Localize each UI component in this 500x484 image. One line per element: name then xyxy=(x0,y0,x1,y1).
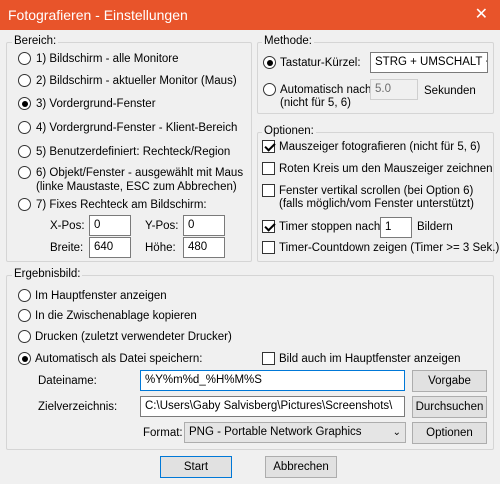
dateiname-input[interactable]: %Y%m%d_%H%M%S xyxy=(140,370,405,391)
checkbox-roter-kreis[interactable] xyxy=(262,162,275,175)
dateiname-label: Dateiname: xyxy=(38,375,97,387)
tastatur-input[interactable]: STRG + UMSCHALT + xyxy=(370,52,488,73)
checkbox-countdown[interactable] xyxy=(262,241,275,254)
checkbox-scrollen[interactable] xyxy=(262,184,275,197)
roter-kreis-label[interactable]: Roten Kreis um den Mauszeiger zeichnen xyxy=(279,162,493,176)
checkbox-mauszeiger[interactable] xyxy=(262,140,275,153)
countdown-label[interactable]: Timer-Countdown zeigen (Timer >= 3 Sek.) xyxy=(279,241,499,255)
chevron-down-icon: ⌄ xyxy=(392,427,401,438)
bereich-option-5[interactable]: 5) Benutzerdefiniert: Rechteck/Region xyxy=(36,145,230,159)
automatisch-sub: (nicht für 5, 6) xyxy=(280,97,351,109)
bereich-option-7[interactable]: 7) Fixes Rechteck am Bildschirm: xyxy=(36,198,207,212)
tastatur-label[interactable]: Tastatur-Kürzel: xyxy=(280,56,361,70)
timer-count-input[interactable]: 1 xyxy=(380,217,412,238)
automatisch-label[interactable]: Automatisch nach: xyxy=(280,83,375,97)
bereich-legend: Bereich: xyxy=(12,35,59,47)
mauszeiger-label[interactable]: Mauszeiger fotografieren (nicht für 5, 6… xyxy=(279,140,480,154)
bild-auch-label[interactable]: Bild auch im Hauptfenster anzeigen xyxy=(279,352,461,366)
bereich-option-4[interactable]: 4) Vordergrund-Fenster - Klient-Bereich xyxy=(36,121,237,135)
hoehe-input[interactable]: 480 xyxy=(183,237,225,258)
radio-bereich-6[interactable] xyxy=(18,166,31,179)
radio-bereich-3[interactable] xyxy=(18,97,31,110)
vorgabe-button[interactable]: Vorgabe xyxy=(412,370,487,392)
bereich-option-2[interactable]: 2) Bildschirm - aktueller Monitor (Maus) xyxy=(36,74,237,88)
format-value: PNG - Portable Network Graphics xyxy=(189,426,362,438)
methode-legend: Methode: xyxy=(262,35,314,47)
breite-label: Breite: xyxy=(50,242,84,254)
bereich-option-1[interactable]: 1) Bildschirm - alle Monitore xyxy=(36,52,179,66)
bildern-label: Bildern xyxy=(417,221,453,233)
ypos-label: Y-Pos: xyxy=(145,220,179,232)
close-icon[interactable]: ✕ xyxy=(475,0,488,30)
automatisch-seconds-input[interactable]: 5.0 xyxy=(370,79,418,100)
optionen-legend: Optionen: xyxy=(262,125,316,137)
durchsuchen-button[interactable]: Durchsuchen xyxy=(412,396,487,418)
radio-automatisch[interactable] xyxy=(263,83,276,96)
radio-auto-datei[interactable] xyxy=(18,352,31,365)
radio-hauptfenster[interactable] xyxy=(18,289,31,302)
zielverzeichnis-label: Zielverzeichnis: xyxy=(38,401,118,413)
xpos-label: X-Pos: xyxy=(50,220,85,232)
radio-bereich-2[interactable] xyxy=(18,74,31,87)
sekunden-label: Sekunden xyxy=(424,85,476,97)
hauptfenster-label[interactable]: Im Hauptfenster anzeigen xyxy=(35,289,167,303)
window-title: Fotografieren - Einstellungen xyxy=(8,7,188,23)
hoehe-label: Höhe: xyxy=(145,242,176,254)
timer-stoppen-label[interactable]: Timer stoppen nach xyxy=(279,220,380,234)
bereich-option-3[interactable]: 3) Vordergrund-Fenster xyxy=(36,97,156,111)
radio-bereich-1[interactable] xyxy=(18,52,31,65)
breite-input[interactable]: 640 xyxy=(89,237,131,258)
bereich-option-6[interactable]: 6) Objekt/Fenster - ausgewählt mit Maus xyxy=(36,166,243,180)
radio-bereich-4[interactable] xyxy=(18,121,31,134)
scrollen-sub: (falls möglich/vom Fenster unterstützt) xyxy=(279,198,474,210)
xpos-input[interactable]: 0 xyxy=(89,215,131,236)
format-select[interactable]: PNG - Portable Network Graphics ⌄ xyxy=(184,422,406,443)
radio-zwischenablage[interactable] xyxy=(18,309,31,322)
format-label: Format: xyxy=(143,427,183,439)
checkbox-timer-stoppen[interactable] xyxy=(262,220,275,233)
auto-datei-label[interactable]: Automatisch als Datei speichern: xyxy=(35,352,202,366)
title-bar: Fotografieren - Einstellungen ✕ xyxy=(0,0,500,30)
zwischenablage-label[interactable]: In die Zwischenablage kopieren xyxy=(35,309,197,323)
checkbox-bild-auch[interactable] xyxy=(262,352,275,365)
radio-drucken[interactable] xyxy=(18,330,31,343)
ypos-input[interactable]: 0 xyxy=(183,215,225,236)
zielverzeichnis-input[interactable]: C:\Users\Gaby Salvisberg\Pictures\Screen… xyxy=(140,396,405,417)
drucken-label[interactable]: Drucken (zuletzt verwendeter Drucker) xyxy=(35,330,232,344)
ergebnis-legend: Ergebnisbild: xyxy=(12,268,83,280)
optionen-button[interactable]: Optionen xyxy=(412,422,487,444)
radio-tastatur[interactable] xyxy=(263,56,276,69)
start-button[interactable]: Start xyxy=(160,456,232,478)
scrollen-label[interactable]: Fenster vertikal scrollen (bei Option 6) xyxy=(279,184,473,198)
radio-bereich-7[interactable] xyxy=(18,198,31,211)
radio-bereich-5[interactable] xyxy=(18,145,31,158)
bereich-option-6-sub: (linke Maustaste, ESC zum Abbrechen) xyxy=(36,181,237,193)
abbrechen-button[interactable]: Abbrechen xyxy=(265,456,337,478)
